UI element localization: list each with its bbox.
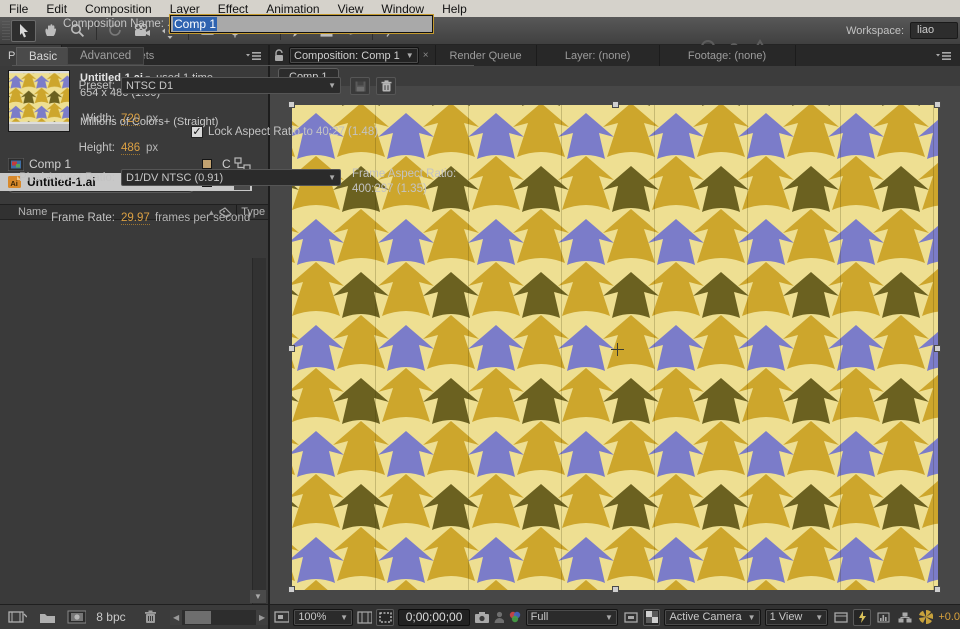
tab-render-queue[interactable]: Render Queue [436,45,536,66]
pixel-aspect-correction-icon[interactable] [853,609,870,626]
channels-icon[interactable] [508,611,521,623]
transparency-grid-icon[interactable] [643,609,660,626]
composition-name-input[interactable]: Comp 1 [170,15,433,33]
composition-name-label: Composition Name: [0,18,164,30]
chevron-down-icon: ▼ [815,613,823,622]
exposure-value[interactable]: +0.0 [938,611,960,623]
scroll-left-icon[interactable]: ◀ [170,610,182,625]
selection-handle[interactable] [934,345,941,352]
region-of-interest-icon[interactable] [376,609,393,626]
new-folder-icon[interactable] [39,611,55,624]
exposure-histogram-icon[interactable] [875,609,892,626]
width-unit: px [146,113,158,125]
menu-layer[interactable]: Layer [161,2,209,16]
height-value[interactable]: 486 [121,142,140,155]
horizontal-scrollbar[interactable] [182,610,256,625]
chevron-down-icon: ▼ [605,613,613,622]
tab-advanced[interactable]: Advanced [67,47,144,65]
timecode-field[interactable]: 0;00;00;00 [398,609,471,626]
timeline-icon[interactable] [832,609,849,626]
vertical-scrollbar[interactable] [252,258,266,629]
camera-view-select[interactable]: Active Camera▼ [664,609,760,626]
project-footer: 8 bpc ◀ ▶ [0,604,268,629]
selection-handle[interactable] [288,586,295,593]
always-preview-icon[interactable] [274,611,289,623]
frame-aspect-ratio-label: Frame Aspect Ratio: [352,168,456,180]
scroll-down-icon[interactable]: ▼ [250,590,266,603]
delete-icon[interactable] [144,610,156,624]
pixel-aspect-ratio-label: Pixel Aspect Ratio: [0,172,115,184]
menu-bar: File Edit Composition Layer Effect Anima… [0,0,960,17]
menu-help[interactable]: Help [433,2,476,16]
interpret-footage-icon[interactable] [8,610,27,624]
tab-footage[interactable]: Footage: (none) [660,45,795,66]
menu-effect[interactable]: Effect [209,2,257,16]
view-layout-select[interactable]: 1 View▼ [765,609,829,626]
lock-aspect-checkbox[interactable]: ✓ [191,126,203,138]
menu-edit[interactable]: Edit [37,2,76,16]
selection-handle[interactable] [288,345,295,352]
tab-basic[interactable]: Basic [16,47,70,65]
chevron-down-icon: ▼ [748,613,756,622]
panel-menu-icon[interactable] [936,51,952,61]
show-snapshot-icon[interactable] [494,611,505,623]
chevron-down-icon: ▼ [340,613,348,622]
composition-panel-tabs: Composition: Comp 1 ▼ × Render Queue Lay… [270,45,960,66]
workspace-select[interactable]: liao [910,22,958,39]
chevron-down-icon[interactable]: ▼ [406,51,414,60]
lock-aspect-label: Lock Aspect Ratio to 40:27 (1.48) [208,126,378,138]
color-swatch[interactable] [202,159,212,169]
mini-flowchart-icon[interactable] [896,609,913,626]
selection-handle[interactable] [288,101,295,108]
snapshot-icon[interactable] [474,611,489,623]
preset-select[interactable]: NTSC D1▼ [121,77,341,94]
height-label: Height: [0,142,115,154]
reset-exposure-icon[interactable] [917,609,934,626]
anchor-point-icon[interactable] [611,343,624,356]
menu-composition[interactable]: Composition [76,2,161,16]
tab-layer[interactable]: Layer: (none) [537,45,659,66]
new-composition-icon[interactable] [67,610,86,624]
menu-window[interactable]: Window [372,2,433,16]
close-icon[interactable]: × [423,50,429,61]
composition-icon [8,158,24,171]
lock-icon[interactable] [274,49,285,62]
save-preset-icon[interactable] [350,77,370,95]
workspace-label: Workspace: [846,25,904,37]
chevron-down-icon: ▼ [328,81,336,90]
chevron-down-icon: ▼ [328,173,336,182]
menu-view[interactable]: View [329,2,373,16]
height-unit: px [146,142,158,154]
pixel-aspect-ratio-select[interactable]: D1/DV NTSC (0.91)▼ [121,169,341,186]
frame-rate-label: Frame Rate: [0,212,115,224]
selection-handle[interactable] [934,101,941,108]
composition-footer: 100%▼ 0;00;00;00 Full▼ Active Camera▼ 1 … [270,604,960,629]
width-label: Width: [0,113,115,125]
selection-handle[interactable] [612,586,619,593]
tab-composition-comp1[interactable]: Composition: Comp 1 ▼ [289,47,419,64]
row-label: Comp 1 [29,157,71,171]
channels-resolution-select[interactable]: Full▼ [526,609,618,626]
resolution-icon[interactable] [622,609,639,626]
width-value[interactable]: 720 [121,113,140,126]
magnification-select[interactable]: 100%▼ [293,609,353,626]
frame-aspect-ratio-value: 400:297 (1.35) [352,183,427,195]
safe-margins-icon[interactable] [357,611,372,624]
menu-file[interactable]: File [0,2,37,16]
menu-animation[interactable]: Animation [257,2,328,16]
panel-menu-icon[interactable] [246,51,262,61]
frame-rate-value[interactable]: 29.97 [121,212,150,225]
after-effects-window: File Edit Composition Layer Effect Anima… [0,0,960,629]
selection-handle[interactable] [934,586,941,593]
frame-rate-unit: frames per second [155,212,250,224]
preset-label: Preset: [0,80,115,92]
selection-handle[interactable] [612,101,619,108]
delete-preset-icon[interactable] [376,77,396,95]
scroll-right-icon[interactable]: ▶ [256,610,268,625]
bit-depth-button[interactable]: 8 bpc [96,610,125,624]
